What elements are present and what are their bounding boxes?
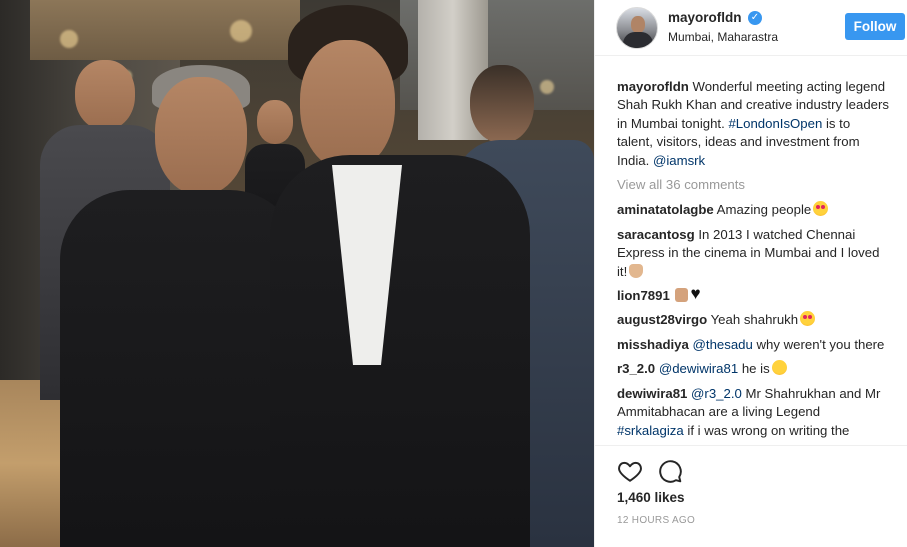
- comment-username[interactable]: dewiwira81: [617, 386, 687, 401]
- caption-mention[interactable]: @iamsrk: [653, 153, 705, 168]
- clapping-hand-emoji-icon: [629, 263, 644, 278]
- comment-text: why weren't you there: [756, 336, 885, 352]
- subject-right: [270, 5, 530, 547]
- post-actions: 1,460 likes 12 HOURS AGO: [595, 445, 907, 547]
- list-item: dewiwira81 @r3_2.0 Mr Shahrukhan and Mr …: [617, 385, 889, 440]
- comment-bubble-icon[interactable]: [657, 458, 683, 484]
- comment-mention[interactable]: @thesadu: [693, 337, 753, 352]
- post-header: mayorofldn ✓ Mumbai, Maharastra Follow: [595, 0, 907, 56]
- list-item: saracantosg In 2013 I watched Chennai Ex…: [617, 226, 889, 281]
- comment-username[interactable]: lion7891: [617, 288, 670, 303]
- comment-username[interactable]: r3_2.0: [617, 361, 655, 376]
- comments-list[interactable]: mayorofldn Wonderful meeting acting lege…: [617, 78, 889, 445]
- post-timestamp: 12 HOURS AGO: [617, 515, 696, 526]
- follow-button[interactable]: Follow: [845, 13, 905, 40]
- comment-username[interactable]: misshadiya: [617, 337, 689, 352]
- caption-username[interactable]: mayorofldn: [617, 79, 689, 94]
- likes-count[interactable]: 1,460 likes: [617, 490, 685, 505]
- thumbs-up-emoji-icon: [675, 288, 689, 303]
- comment-username[interactable]: aminatatolagbe: [617, 202, 714, 217]
- avatar[interactable]: [616, 7, 658, 49]
- photo-light-spot: [60, 30, 78, 48]
- comment-text-2: if i was wrong on writing the: [687, 422, 850, 438]
- heart-eyes-emoji-icon: [813, 201, 829, 217]
- comment-text: he is: [741, 361, 770, 377]
- heart-outline-icon[interactable]: [617, 458, 643, 484]
- subject-left: [60, 65, 300, 547]
- comment-mention[interactable]: @r3_2.0: [691, 386, 742, 401]
- caption: mayorofldn Wonderful meeting acting lege…: [617, 78, 889, 170]
- header-location[interactable]: Mumbai, Maharastra: [668, 30, 778, 44]
- header-username[interactable]: mayorofldn: [668, 10, 742, 25]
- smiling-emoji-icon: [771, 360, 787, 376]
- list-item: r3_2.0 @dewiwira81 he is: [617, 360, 889, 378]
- heart-eyes-emoji-icon: [800, 311, 816, 327]
- list-item: august28virgo Yeah shahrukh: [617, 311, 889, 329]
- comment-username[interactable]: saracantosg: [617, 227, 695, 242]
- list-item: aminatatolagbe Amazing people: [617, 201, 889, 219]
- comment-mention[interactable]: @dewiwira81: [659, 361, 738, 376]
- black-heart-emoji-icon: [690, 285, 705, 303]
- comment-text: Amazing people: [716, 202, 812, 218]
- comment-hashtag[interactable]: #srkalagiza: [617, 423, 684, 438]
- comment-text: Yeah shahrukh: [710, 312, 799, 328]
- post-details-panel: mayorofldn ✓ Mumbai, Maharastra Follow m…: [594, 0, 907, 547]
- list-item: lion7891: [617, 285, 889, 305]
- view-all-comments-link[interactable]: View all 36 comments: [617, 176, 889, 194]
- verified-badge-icon: ✓: [748, 11, 762, 25]
- post-photo[interactable]: [0, 0, 594, 547]
- comment-username[interactable]: august28virgo: [617, 312, 707, 327]
- caption-hashtag[interactable]: #LondonIsOpen: [728, 116, 822, 131]
- photo-light-spot: [230, 20, 252, 42]
- list-item: misshadiya @thesadu why weren't you ther…: [617, 336, 889, 354]
